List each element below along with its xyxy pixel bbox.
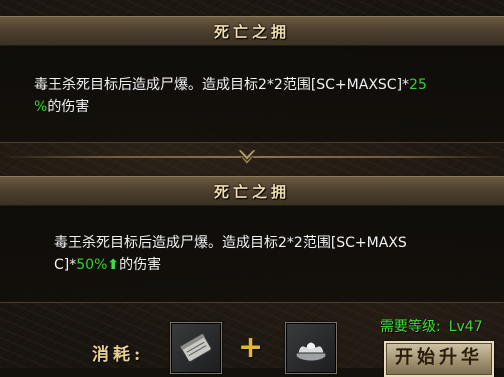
current-skill-desc-text: 毒王杀死目标后造成尸爆。造成目标2*2范围[SC+MAXSC]* (34, 77, 410, 93)
next-skill-title: 死亡之拥 (213, 182, 290, 201)
next-skill-damage-value: 50% (76, 257, 108, 273)
next-skill-description: 毒王杀死目标后造成尸爆。造成目标2*2范围[SC+MAXS C]*50%⬆的伤害 (54, 232, 484, 276)
required-level: 需要等级: Lv47 (380, 316, 483, 336)
current-skill-description-box: 毒王杀死目标后造成尸爆。造成目标2*2范围[SC+MAXSC]*25 %的伤害 (0, 46, 504, 143)
next-skill-description-box: 毒王杀死目标后造成尸爆。造成目标2*2范围[SC+MAXS C]*50%⬆的伤害 (0, 206, 504, 303)
next-skill-desc-suffix: 的伤害 (119, 257, 162, 273)
upgrade-cost-row: 消耗: + 需要等级: Lv47 开始升华 (0, 308, 504, 377)
current-skill-title: 死亡之拥 (213, 22, 290, 41)
scroll-book-icon (180, 333, 212, 363)
next-skill-desc-line2-prefix: C]* (54, 257, 77, 273)
current-skill-title-bar: 死亡之拥 (0, 16, 504, 46)
current-skill-damage-percent: % (34, 99, 48, 115)
item-slot-ingot[interactable] (285, 322, 337, 374)
upgrade-divider (0, 142, 504, 174)
required-level-value: Lv47 (448, 319, 483, 335)
increase-arrow-icon: ⬆ (107, 257, 120, 273)
chevron-down-icon (237, 149, 257, 165)
silver-ingot-icon (295, 341, 327, 362)
required-level-label: 需要等级: (380, 319, 441, 335)
item-slot-scroll[interactable] (170, 322, 222, 374)
next-skill-desc-line1: 毒王杀死目标后造成尸爆。造成目标2*2范围[SC+MAXS (54, 235, 407, 251)
consume-label: 消耗: (92, 345, 145, 365)
current-skill-desc-suffix: 的伤害 (47, 99, 90, 115)
start-upgrade-button[interactable]: 开始升华 (384, 341, 494, 377)
current-skill-damage-value: 25 (409, 77, 427, 93)
plus-icon: + (238, 330, 264, 365)
current-skill-description: 毒王杀死目标后造成尸爆。造成目标2*2范围[SC+MAXSC]*25 %的伤害 (34, 74, 474, 118)
next-skill-title-bar: 死亡之拥 (0, 176, 504, 206)
